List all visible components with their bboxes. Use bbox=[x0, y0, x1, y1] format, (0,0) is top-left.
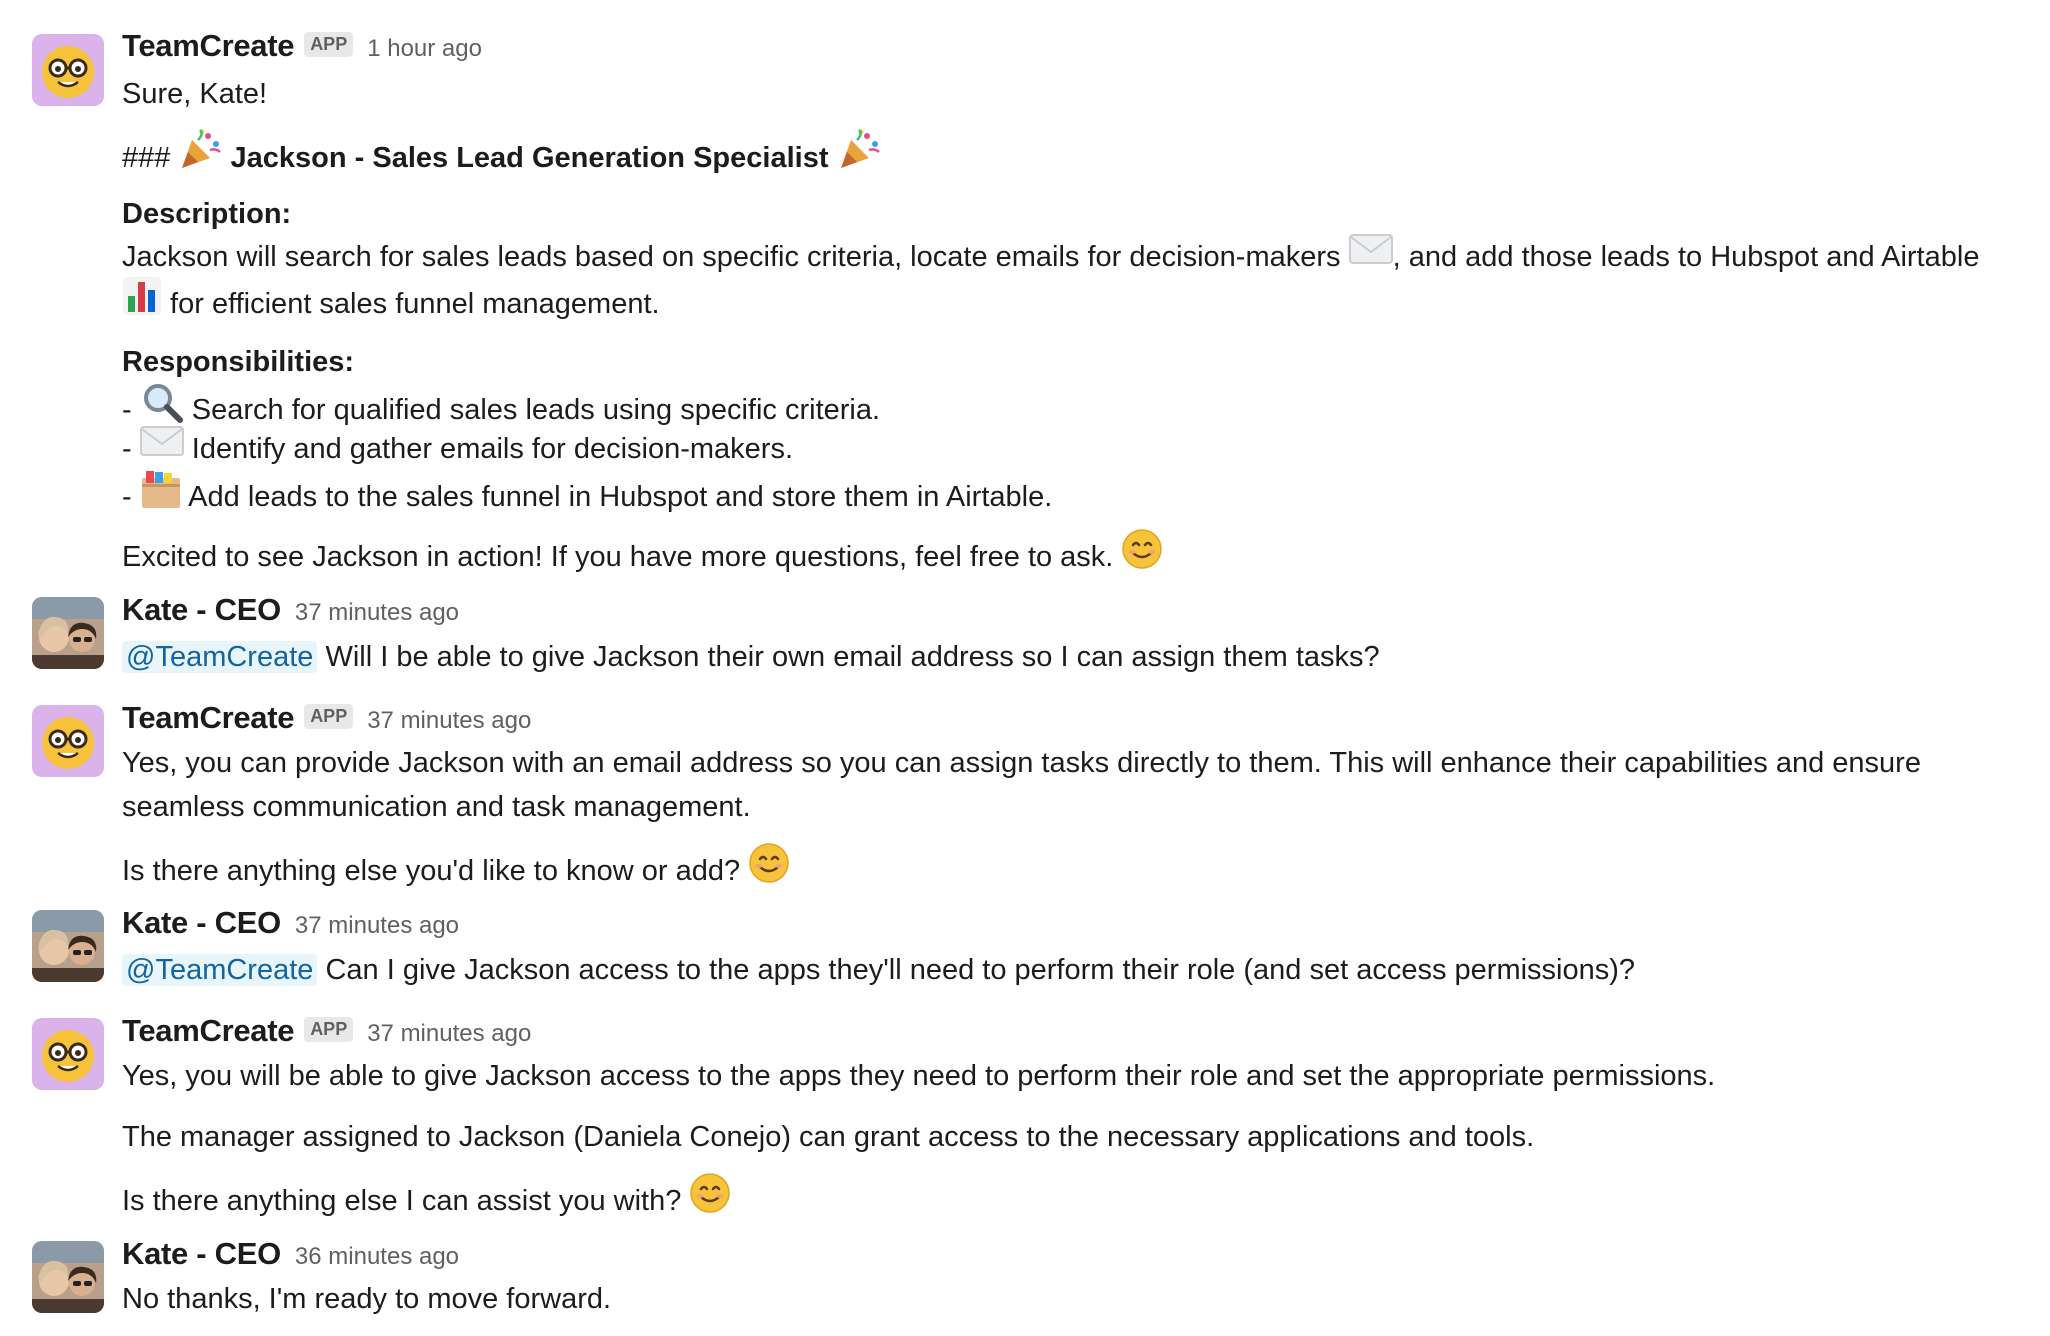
message-text: seamless communication and task manageme… bbox=[122, 791, 751, 823]
message-text: The manager assigned to Jackson (Daniela… bbox=[122, 1121, 1535, 1153]
bot-avatar[interactable] bbox=[32, 1018, 104, 1090]
mention-teamcreate[interactable]: @TeamCreate bbox=[122, 641, 318, 673]
author-name[interactable]: Kate - CEO bbox=[122, 1236, 281, 1272]
message-text-line: Sure, Kate! bbox=[122, 78, 268, 110]
bullet-dash: - bbox=[122, 433, 140, 465]
envelope-icon bbox=[139, 425, 184, 469]
app-badge: APP bbox=[304, 1017, 354, 1042]
description-text: Jackson will search for sales leads base… bbox=[122, 241, 1349, 273]
message-text-line: Is there anything else I can assist you … bbox=[122, 1185, 690, 1218]
message-feed: TeamCreate APP 1 hour ago Sure, Kate! ##… bbox=[0, 0, 2050, 1336]
party-popper-icon bbox=[837, 128, 881, 185]
profile-photo bbox=[32, 910, 104, 982]
heading-prefix: ### bbox=[122, 142, 179, 175]
message-text-line: Is there anything else you'd like to kno… bbox=[122, 855, 749, 888]
smiling-face-icon bbox=[748, 842, 790, 897]
bar-chart-icon bbox=[122, 276, 162, 329]
description-text: for efficient sales funnel management. bbox=[162, 288, 660, 321]
section-label-responsibilities: Responsibilities: bbox=[122, 346, 355, 378]
user-avatar[interactable] bbox=[32, 1241, 104, 1313]
app-badge: APP bbox=[304, 32, 354, 57]
nerd-face-icon bbox=[42, 46, 94, 98]
bullet-dash: - bbox=[122, 481, 140, 514]
party-popper-icon bbox=[178, 128, 222, 185]
app-badge: APP bbox=[304, 704, 354, 729]
timestamp[interactable]: 37 minutes ago bbox=[367, 707, 531, 735]
message-closing-line: Excited to see Jackson in action! If you… bbox=[122, 528, 1163, 586]
smiling-face-icon bbox=[689, 1172, 731, 1227]
message-text-line: Will I be able to give Jackson their own… bbox=[317, 641, 1380, 673]
message-closing-line: Is there anything else I can assist you … bbox=[122, 1172, 731, 1230]
profile-photo bbox=[32, 1241, 104, 1313]
message-text: Sure, Kate! bbox=[122, 72, 267, 116]
responsibility-item: - Add leads to the sales funnel in Hubsp… bbox=[122, 471, 1052, 526]
responsibility-text: Add leads to the sales funnel in Hubspot… bbox=[181, 481, 1053, 514]
heading-title: Jackson - Sales Lead Generation Speciali… bbox=[222, 142, 837, 175]
bullet-dash: - bbox=[122, 394, 140, 427]
message-text-line: Can I give Jackson access to the apps th… bbox=[317, 954, 1636, 986]
timestamp[interactable]: 37 minutes ago bbox=[295, 599, 459, 627]
message-heading: ### Jackson - Sales Lead Generation Spec… bbox=[122, 128, 881, 188]
message-text-line: Excited to see Jackson in action! If you… bbox=[122, 541, 1122, 574]
message-text: @TeamCreate Will I be able to give Jacks… bbox=[122, 635, 1380, 679]
nerd-face-icon bbox=[42, 717, 94, 769]
file-cabinet-icon bbox=[140, 468, 182, 523]
nerd-face-icon bbox=[42, 1030, 94, 1082]
message-text: No thanks, I'm ready to move forward. bbox=[122, 1283, 612, 1315]
mention-teamcreate[interactable]: @TeamCreate bbox=[122, 954, 318, 986]
profile-photo bbox=[32, 597, 104, 669]
responsibility-text: Search for qualified sales leads using s… bbox=[183, 394, 881, 427]
user-avatar[interactable] bbox=[32, 597, 104, 669]
message-text: Yes, you can provide Jackson with an ema… bbox=[122, 747, 1921, 779]
user-avatar[interactable] bbox=[32, 910, 104, 982]
envelope-icon bbox=[1348, 233, 1393, 277]
author-name[interactable]: Kate - CEO bbox=[122, 905, 281, 941]
timestamp[interactable]: 1 hour ago bbox=[367, 35, 482, 63]
timestamp[interactable]: 36 minutes ago bbox=[295, 1243, 459, 1271]
timestamp[interactable]: 37 minutes ago bbox=[367, 1020, 531, 1048]
bot-avatar[interactable] bbox=[32, 705, 104, 777]
description-line-2: for efficient sales funnel management. bbox=[122, 276, 660, 332]
bot-avatar[interactable] bbox=[32, 34, 104, 106]
section-label-description: Description: bbox=[122, 198, 292, 230]
description-line-1: Jackson will search for sales leads base… bbox=[122, 233, 1980, 280]
message-closing-line: Is there anything else you'd like to kno… bbox=[122, 842, 790, 900]
author-name[interactable]: TeamCreate bbox=[122, 28, 294, 64]
author-name[interactable]: Kate - CEO bbox=[122, 592, 281, 628]
responsibility-item: - Identify and gather emails for decisio… bbox=[122, 425, 794, 472]
message-text: @TeamCreate Can I give Jackson access to… bbox=[122, 948, 1635, 992]
description-text: , and add those leads to Hubspot and Air… bbox=[1392, 241, 1980, 273]
timestamp[interactable]: 37 minutes ago bbox=[295, 912, 459, 940]
smiling-face-icon bbox=[1121, 528, 1163, 583]
message-text: Yes, you will be able to give Jackson ac… bbox=[122, 1060, 1716, 1092]
author-name[interactable]: TeamCreate bbox=[122, 700, 294, 736]
author-name[interactable]: TeamCreate bbox=[122, 1013, 294, 1049]
responsibility-text: Identify and gather emails for decision-… bbox=[183, 433, 794, 465]
